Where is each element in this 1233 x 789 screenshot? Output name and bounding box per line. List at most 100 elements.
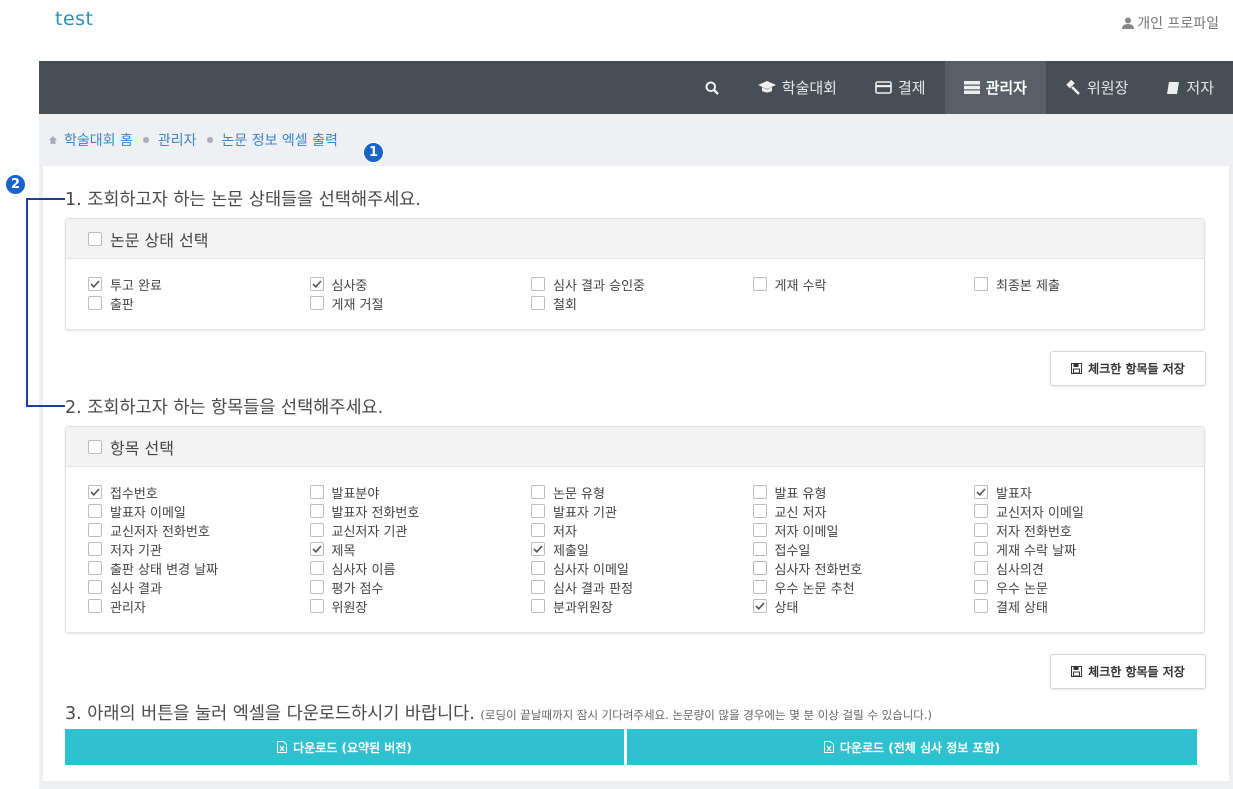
checkbox[interactable] (88, 296, 102, 310)
checkbox-option[interactable]: 발표자 전화번호 (309, 502, 532, 521)
checkbox[interactable] (309, 523, 324, 537)
checkbox[interactable] (531, 277, 545, 291)
checkbox-option[interactable]: 게재 거절 (309, 294, 532, 313)
checkbox[interactable] (531, 504, 545, 518)
select-all-fields-checkbox[interactable] (88, 439, 102, 454)
checkbox-option[interactable]: 상태 (752, 597, 975, 616)
checkbox[interactable] (974, 561, 988, 575)
checked-checkbox[interactable] (309, 542, 324, 556)
checkbox[interactable] (88, 561, 102, 575)
checkbox[interactable] (974, 504, 988, 518)
checkbox[interactable] (531, 523, 545, 537)
checkbox[interactable] (88, 542, 102, 556)
checked-checkbox[interactable] (88, 277, 102, 291)
checkbox-option[interactable]: 결제 상태 (974, 597, 1196, 616)
breadcrumb-admin[interactable]: 관리자 (158, 130, 197, 150)
checkbox[interactable] (309, 561, 324, 575)
checkbox-option[interactable]: 심사 결과 판정 (531, 578, 753, 597)
checkbox-option[interactable]: 접수일 (752, 540, 975, 559)
save-fields-button[interactable]: 체크한 항목들 저장 (1050, 654, 1206, 689)
checkbox-option[interactable]: 철회 (531, 294, 753, 313)
brand-logo[interactable]: test (55, 8, 94, 30)
checkbox[interactable] (309, 296, 324, 310)
checkbox-option[interactable]: 교신 저자 (752, 502, 975, 521)
checkbox[interactable] (974, 542, 988, 556)
paper-status-header[interactable]: 논문 상태 선택 (66, 219, 1204, 259)
checkbox-option[interactable]: 저자 기관 (88, 540, 310, 559)
checkbox-option[interactable]: 우수 논문 (974, 578, 1196, 597)
checkbox[interactable] (88, 580, 102, 594)
checked-checkbox[interactable] (531, 542, 545, 556)
checkbox[interactable] (531, 485, 545, 499)
checkbox-option[interactable]: 심사자 전화번호 (752, 559, 975, 578)
checkbox-option[interactable]: 저자 전화번호 (974, 521, 1196, 540)
checked-checkbox[interactable] (309, 277, 324, 291)
checkbox-option[interactable]: 게재 수락 날짜 (974, 540, 1196, 559)
checkbox-option[interactable]: 게재 수락 (752, 275, 975, 294)
checkbox-option[interactable]: 제목 (309, 540, 532, 559)
checkbox[interactable] (88, 504, 102, 518)
checkbox-option[interactable]: 심사의견 (974, 559, 1196, 578)
checkbox-option[interactable]: 접수번호 (88, 483, 310, 502)
checkbox-option[interactable]: 교신저자 이메일 (974, 502, 1196, 521)
fields-header[interactable]: 항목 선택 (66, 427, 1204, 467)
checkbox-option[interactable]: 저자 이메일 (752, 521, 975, 540)
breadcrumb-current[interactable]: 논문 정보 엑셀 출력 (222, 130, 338, 150)
checkbox-option[interactable]: 교신저자 기관 (309, 521, 532, 540)
nav-item-chair[interactable]: 위원장 (1046, 61, 1147, 114)
checkbox[interactable] (752, 542, 767, 556)
checkbox[interactable] (974, 580, 988, 594)
checkbox-option[interactable]: 발표분야 (309, 483, 532, 502)
checkbox[interactable] (752, 504, 767, 518)
checkbox-option[interactable]: 최종본 제출 (974, 275, 1196, 294)
checkbox[interactable] (752, 523, 767, 537)
checkbox-option[interactable]: 심사자 이름 (309, 559, 532, 578)
profile-link[interactable]: 개인 프로파일 (1122, 13, 1219, 33)
checked-checkbox[interactable] (752, 599, 767, 613)
checkbox[interactable] (531, 296, 545, 310)
nav-item-payment[interactable]: 결제 (856, 61, 945, 114)
checkbox-option[interactable]: 발표자 (974, 483, 1196, 502)
checkbox[interactable] (309, 599, 324, 613)
download-full-button[interactable]: 다운로드 (전체 심사 정보 포함) (627, 729, 1197, 765)
checkbox-option[interactable]: 우수 논문 추천 (752, 578, 975, 597)
checkbox[interactable] (309, 485, 324, 499)
checked-checkbox[interactable] (974, 485, 988, 499)
checkbox-option[interactable]: 분과위원장 (531, 597, 753, 616)
checkbox-option[interactable]: 출판 (88, 294, 310, 313)
checkbox[interactable] (752, 485, 767, 499)
checkbox-option[interactable]: 출판 상태 변경 날짜 (88, 559, 310, 578)
nav-item-author[interactable]: 저자 (1147, 61, 1233, 114)
checkbox[interactable] (974, 277, 988, 291)
download-summary-button[interactable]: 다운로드 (요약된 버전) (65, 729, 624, 765)
checkbox-option[interactable]: 투고 완료 (88, 275, 310, 294)
checkbox-option[interactable]: 논문 유형 (531, 483, 753, 502)
save-status-button[interactable]: 체크한 항목들 저장 (1050, 351, 1206, 386)
nav-item-admin[interactable]: 관리자 (944, 61, 1046, 114)
checkbox-option[interactable]: 심사 결과 승인중 (531, 275, 753, 294)
checkbox[interactable] (88, 523, 102, 537)
checkbox[interactable] (309, 580, 324, 594)
checkbox[interactable] (752, 561, 767, 575)
checkbox[interactable] (752, 277, 767, 291)
select-all-status-checkbox[interactable] (88, 231, 102, 246)
checkbox-option[interactable]: 관리자 (88, 597, 310, 616)
checkbox-option[interactable]: 제출일 (531, 540, 753, 559)
checkbox[interactable] (974, 599, 988, 613)
checkbox-option[interactable]: 심사 결과 (88, 578, 310, 597)
checkbox-option[interactable]: 발표자 기관 (531, 502, 753, 521)
checkbox-option[interactable]: 심사자 이메일 (531, 559, 753, 578)
checked-checkbox[interactable] (88, 485, 102, 499)
checkbox[interactable] (974, 523, 988, 537)
checkbox[interactable] (88, 599, 102, 613)
checkbox[interactable] (752, 580, 767, 594)
checkbox[interactable] (531, 561, 545, 575)
checkbox[interactable] (531, 599, 545, 613)
checkbox-option[interactable]: 심사중 (309, 275, 532, 294)
nav-search[interactable] (685, 61, 739, 114)
checkbox[interactable] (531, 580, 545, 594)
checkbox-option[interactable]: 저자 (531, 521, 753, 540)
checkbox-option[interactable]: 교신저자 전화번호 (88, 521, 310, 540)
checkbox[interactable] (309, 504, 324, 518)
nav-item-conference[interactable]: 학술대회 (739, 61, 856, 114)
